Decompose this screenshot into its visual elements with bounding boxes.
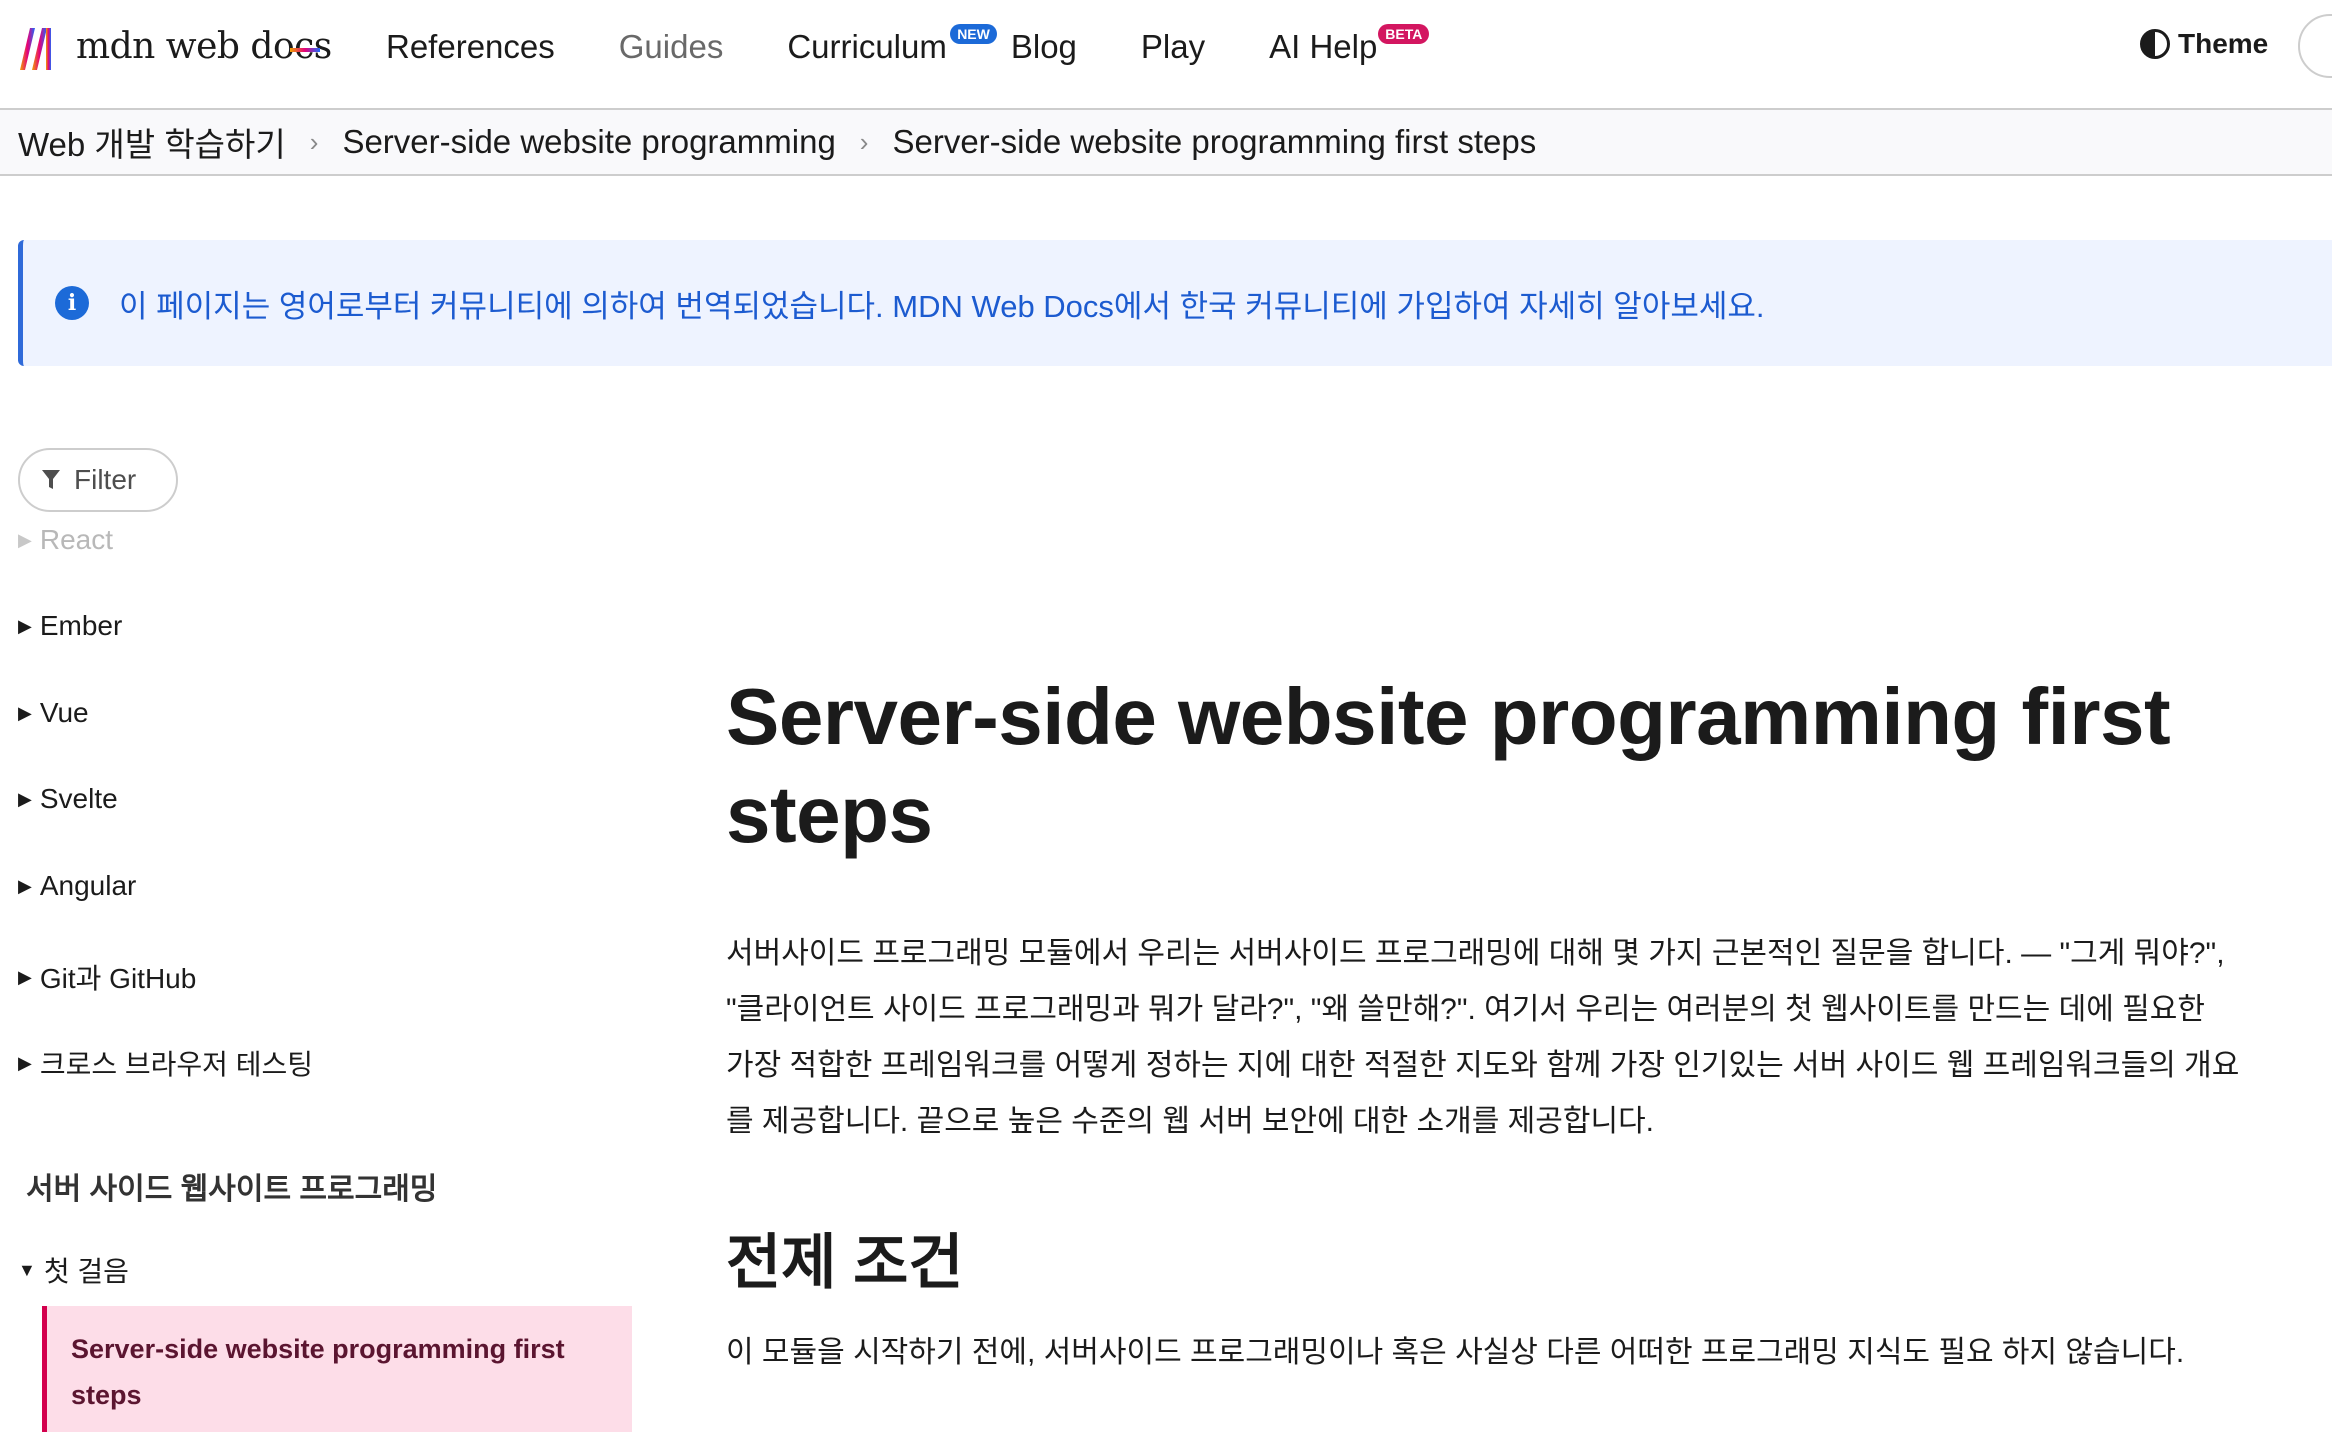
nav-item-guides[interactable]: Guides [619, 28, 724, 66]
sidebar-active-line: steps [71, 1380, 142, 1410]
nav-label: Guides [618, 28, 724, 65]
page-title: Server-side website programming first st… [726, 668, 2286, 864]
intro-line: 를 제공합니다. 끝으로 높은 수준의 웹 서버 보안에 대한 소개를 제공합니… [726, 1105, 1655, 1138]
info-icon: i [55, 286, 89, 320]
nav-label: Blog [1010, 28, 1077, 65]
breadcrumb-item-server-side[interactable]: Server-side website programming [342, 123, 835, 161]
chevron-right-icon: › [309, 126, 319, 157]
nav-item-blog[interactable]: Blog [1011, 28, 1077, 66]
sidebar-item-react[interactable]: ▶ React [18, 524, 113, 556]
intro-line: "클라이언트 사이드 프로그래밍과 뭐가 달라?", "왜 쓸만해?". 여기서… [726, 993, 2205, 1026]
triangle-right-icon: ▶ [18, 966, 32, 987]
nav-item-references[interactable]: References [386, 28, 555, 66]
mdn-logo-icon [20, 28, 51, 70]
main-nav: References Guides Curriculum NEW Blog Pla… [386, 22, 1441, 72]
triangle-right-icon: ▶ [18, 615, 32, 636]
filter-icon [42, 470, 60, 489]
logo-underline-decoration [290, 48, 320, 52]
breadcrumb-item-learn[interactable]: Web 개발 학습하기 [18, 118, 286, 166]
page-title-line: steps [726, 770, 933, 859]
top-navigation-bar: mdn web docs References Guides Curriculu… [0, 0, 2332, 110]
intro-line: 가장 적합한 프레임워크를 어떻게 정하는 지에 대한 적절한 지도와 함께 가… [726, 1049, 2240, 1082]
nav-item-play[interactable]: Play [1141, 28, 1205, 66]
sidebar-group-label: 첫 걸음 [43, 1256, 129, 1287]
sidebar-item-label: Svelte [39, 783, 118, 814]
logo-text: mdn web docs [76, 26, 332, 67]
sidebar-item-ember[interactable]: ▶ Ember [18, 610, 122, 642]
intro-line: 서버사이드 프로그래밍 모듈에서 우리는 서버사이드 프로그래밍에 대해 몇 가… [726, 937, 2225, 970]
section-heading-prerequisites: 전제 조건 [726, 1229, 964, 1296]
sidebar-item-label: Git과 GitHub [39, 963, 197, 994]
triangle-right-icon: ▶ [18, 788, 32, 809]
prerequisites-paragraph: 이 모듈을 시작하기 전에, 서버사이드 프로그래밍이나 혹은 사실상 다른 어… [726, 1336, 2185, 1369]
theme-contrast-icon [2140, 29, 2170, 59]
search-button-edge[interactable] [2298, 14, 2332, 78]
triangle-right-icon: ▶ [18, 529, 32, 550]
sidebar-item-label: Ember [39, 610, 123, 641]
triangle-right-icon: ▶ [18, 702, 32, 723]
triangle-right-icon: ▶ [18, 1052, 32, 1073]
sidebar-item-label: 크로스 브라우저 테스팅 [39, 1049, 314, 1080]
filter-label: Filter [74, 464, 137, 495]
sidebar-item-active[interactable]: Server-side website programming first st… [42, 1306, 632, 1432]
breadcrumb: Web 개발 학습하기 › Server-side website progra… [0, 110, 2332, 176]
sidebar-filter-button[interactable]: Filter [18, 448, 178, 512]
sidebar-item-svelte[interactable]: ▶ Svelte [18, 783, 118, 815]
chevron-right-icon: › [859, 126, 869, 157]
mdn-logo[interactable]: mdn web docs [18, 22, 332, 78]
triangle-right-icon: ▶ [18, 875, 32, 896]
beta-badge: BETA [1378, 24, 1430, 44]
nav-item-ai-help[interactable]: AI Help BETA [1269, 24, 1430, 66]
sidebar-section-heading: 서버 사이드 웹사이트 프로그래밍 [26, 1173, 438, 1206]
sidebar-item-cross-browser-testing[interactable]: ▶ 크로스 브라우저 테스팅 [18, 1043, 313, 1083]
nav-label: Play [1140, 28, 1206, 65]
sidebar-item-vue[interactable]: ▶ Vue [18, 697, 89, 729]
nav-item-curriculum[interactable]: Curriculum NEW [787, 24, 997, 66]
sidebar-item-label: Angular [39, 870, 137, 901]
triangle-down-icon: ▼ [18, 1259, 36, 1280]
nav-label: AI Help [1269, 28, 1378, 65]
page-title-line: Server-side website programming first [726, 672, 2171, 761]
sidebar-group-first-steps[interactable]: ▼ 첫 걸음 [18, 1250, 129, 1290]
nav-label: References [386, 28, 555, 65]
sidebar-item-git-github[interactable]: ▶ Git과 GitHub [18, 957, 196, 997]
breadcrumb-item-current[interactable]: Server-side website programming first st… [892, 123, 1536, 161]
translation-notice: i 이 페이지는 영어로부터 커뮤니티에 의하여 번역되었습니다. MDN We… [18, 240, 2332, 366]
intro-paragraph: 서버사이드 프로그래밍 모듈에서 우리는 서버사이드 프로그래밍에 대해 몇 가… [726, 926, 2286, 1150]
new-badge: NEW [950, 24, 997, 44]
theme-toggle-button[interactable]: Theme [2140, 28, 2268, 60]
nav-label: Curriculum [787, 28, 947, 65]
notice-text[interactable]: 이 페이지는 영어로부터 커뮤니티에 의하여 번역되었습니다. MDN Web … [119, 281, 1765, 326]
theme-label: Theme [2178, 28, 2269, 59]
sidebar-item-label: React [39, 524, 113, 555]
sidebar-item-angular[interactable]: ▶ Angular [18, 870, 136, 902]
sidebar-item-label: Vue [39, 697, 89, 728]
sidebar-active-line: Server-side website programming first [71, 1334, 565, 1364]
